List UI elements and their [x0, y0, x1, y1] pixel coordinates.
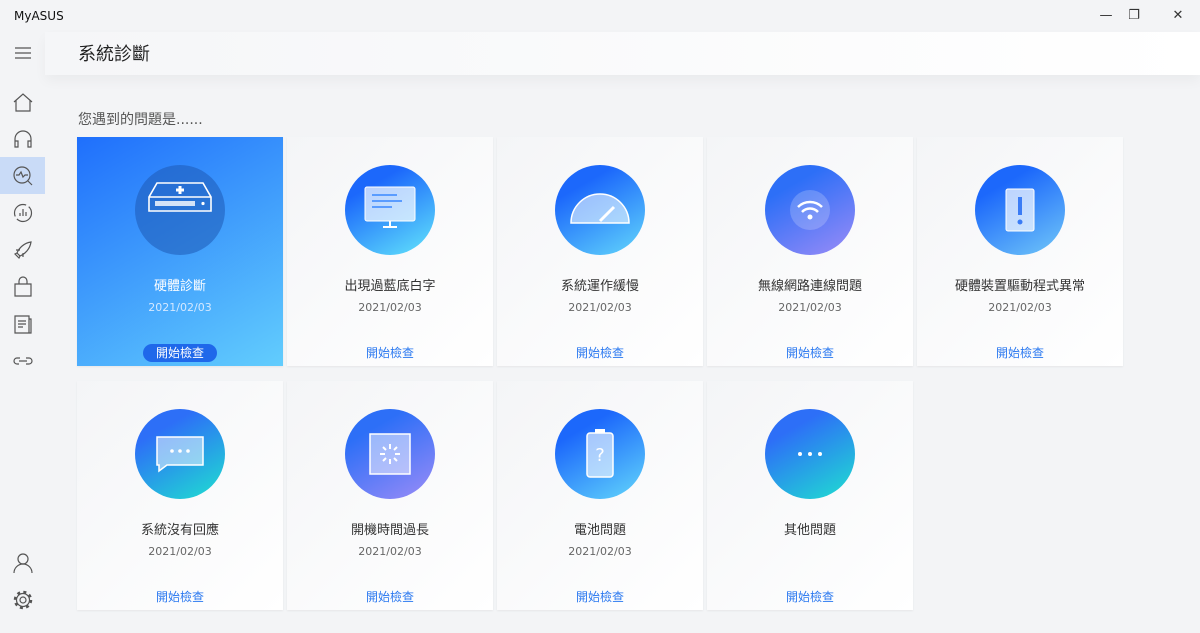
card-title: 無線網路連線問題: [757, 279, 862, 294]
card-title: 系統沒有回應: [140, 523, 219, 538]
speedometer-icon: [555, 165, 645, 255]
headset-icon: [13, 129, 32, 148]
start-check-button[interactable]: 開始檢查: [773, 588, 847, 606]
app-title: MyASUS: [14, 9, 64, 23]
card-title: 開機時間過長: [350, 523, 429, 538]
problem-card[interactable]: 出現過藍底白字 2021/02/03 開始檢查: [287, 137, 493, 366]
card-title: 系統運作緩慢: [560, 279, 639, 294]
sidebar-item-account[interactable]: [0, 544, 45, 581]
start-check-button[interactable]: 開始檢查: [353, 588, 427, 606]
diagnosis-icon: [12, 165, 32, 185]
rocket-icon: [13, 240, 32, 259]
gear-icon: [13, 590, 32, 609]
card-date: 2021/02/03: [358, 301, 422, 314]
battery-question-icon: ?: [555, 409, 645, 499]
article-icon: [13, 314, 32, 334]
home-icon: [13, 92, 32, 112]
start-check-button[interactable]: 開始檢查: [143, 344, 217, 362]
sidebar: [0, 32, 45, 633]
sidebar-item-store[interactable]: [0, 268, 45, 305]
card-title: 出現過藍底白字: [344, 279, 436, 294]
svg-text:?: ?: [595, 445, 605, 466]
sidebar-item-link[interactable]: [0, 342, 45, 379]
sidebar-item-home[interactable]: [0, 83, 45, 120]
sidebar-item-news[interactable]: [0, 305, 45, 342]
card-date: 2021/02/03: [988, 301, 1052, 314]
problem-card[interactable]: 其他問題 開始檢查: [707, 381, 913, 610]
refresh-chart-icon: [13, 203, 32, 222]
hamburger-icon: [14, 46, 31, 59]
wifi-icon: [765, 165, 855, 255]
hard-drive-icon: [135, 165, 225, 255]
card-title: 硬體裝置驅動程式異常: [954, 279, 1085, 294]
section-prompt: 您遇到的問題是......: [78, 112, 203, 128]
menu-button[interactable]: [0, 34, 45, 71]
card-date: 2021/02/03: [778, 301, 842, 314]
card-title: 電池問題: [573, 523, 626, 538]
page-header: 系統診斷: [45, 32, 1200, 75]
problem-card[interactable]: 開機時間過長 2021/02/03 開始檢查: [287, 381, 493, 610]
sidebar-item-settings[interactable]: [0, 581, 45, 618]
card-title: 其他問題: [783, 523, 836, 538]
card-date: 2021/02/03: [568, 545, 632, 558]
sidebar-item-support[interactable]: [0, 120, 45, 157]
sidebar-item-boost[interactable]: [0, 231, 45, 268]
sidebar-item-diagnosis[interactable]: [0, 157, 45, 194]
monitor-icon: [345, 165, 435, 255]
card-date: 2021/02/03: [358, 545, 422, 558]
problem-card[interactable]: 無線網路連線問題 2021/02/03 開始檢查: [707, 137, 913, 366]
maximize-button[interactable]: ❐: [1114, 4, 1154, 28]
more-icon: [765, 409, 855, 499]
start-check-button[interactable]: 開始檢查: [563, 588, 637, 606]
sidebar-item-optimization[interactable]: [0, 194, 45, 231]
card-date: 2021/02/03: [148, 301, 212, 314]
start-check-button[interactable]: 開始檢查: [143, 588, 217, 606]
chip-warning-icon: [975, 165, 1065, 255]
start-check-button[interactable]: 開始檢查: [773, 344, 847, 362]
problem-card[interactable]: 系統運作緩慢 2021/02/03 開始檢查: [497, 137, 703, 366]
link-sync-icon: [12, 356, 33, 365]
close-button[interactable]: ✕: [1158, 4, 1198, 28]
card-date: 2021/02/03: [148, 545, 212, 558]
problem-card[interactable]: 硬體裝置驅動程式異常 2021/02/03 開始檢查: [917, 137, 1123, 366]
start-check-button[interactable]: 開始檢查: [983, 344, 1057, 362]
card-date: 2021/02/03: [568, 301, 632, 314]
loading-screen-icon: [345, 409, 435, 499]
title-bar: MyASUS — ❐ ✕: [0, 0, 1200, 32]
page-title: 系統診斷: [78, 44, 150, 65]
problem-card[interactable]: 硬體診斷 2021/02/03 開始檢查: [77, 137, 283, 366]
user-icon: [12, 552, 33, 573]
problem-card[interactable]: ? 電池問題 2021/02/03 開始檢查: [497, 381, 703, 610]
start-check-button[interactable]: 開始檢查: [353, 344, 427, 362]
start-check-button[interactable]: 開始檢查: [563, 344, 637, 362]
card-title: 硬體診斷: [153, 279, 206, 294]
chat-ellipsis-icon: [135, 409, 225, 499]
shopping-bag-icon: [13, 275, 32, 297]
problem-card[interactable]: 系統沒有回應 2021/02/03 開始檢查: [77, 381, 283, 610]
